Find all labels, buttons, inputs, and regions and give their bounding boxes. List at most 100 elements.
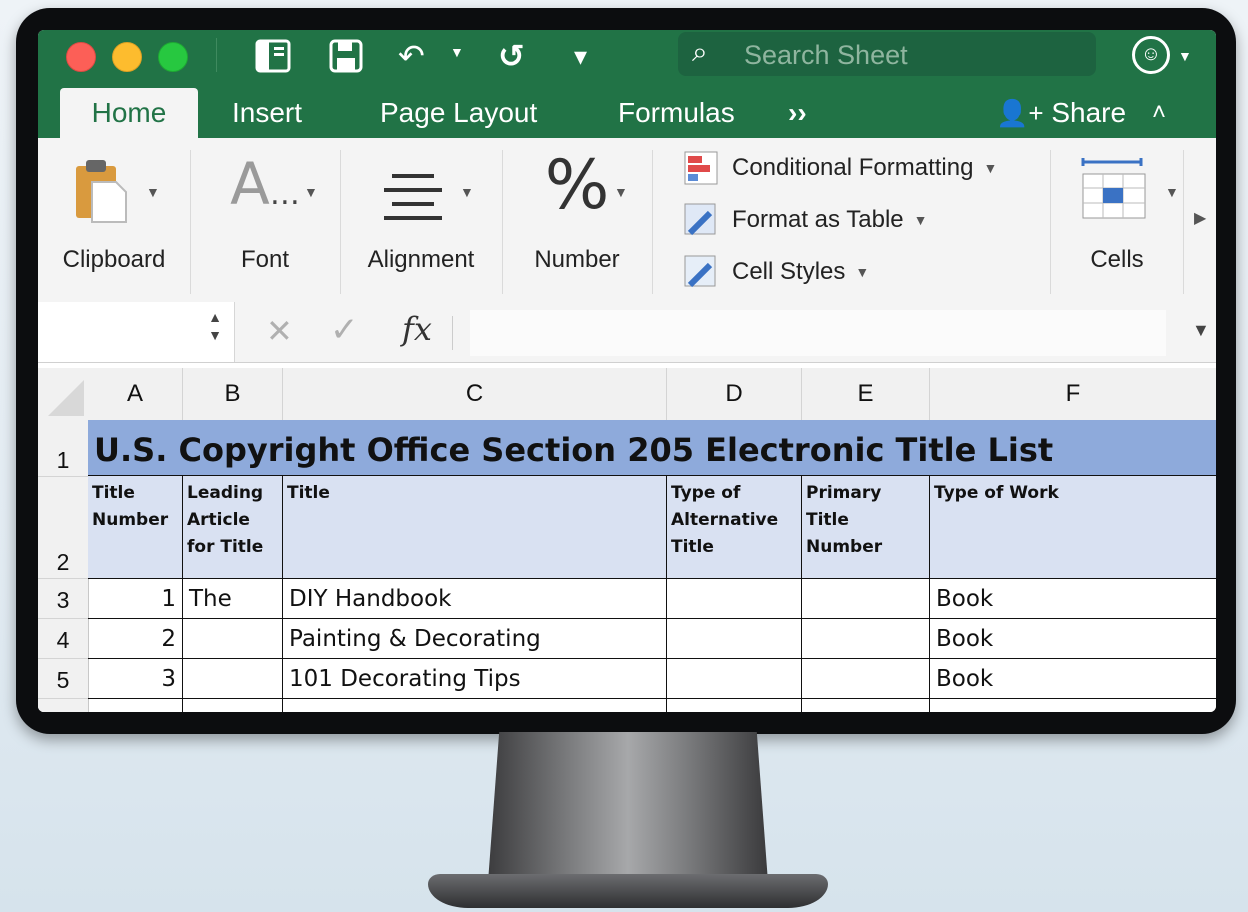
column-header-a[interactable]: A <box>88 368 183 421</box>
name-box[interactable]: ▲ ▼ <box>38 302 235 362</box>
clipboard-label: Clipboard <box>62 246 166 273</box>
expand-formula-bar-icon[interactable]: ▼ <box>1192 320 1210 341</box>
ribbon-scroll-right-icon[interactable]: ▶ <box>1194 208 1206 228</box>
paste-dropdown-caret[interactable]: ▼ <box>146 184 160 200</box>
redo-icon[interactable]: ↺ <box>498 36 525 76</box>
collapse-ribbon-chevron-icon[interactable]: ˄ <box>1152 88 1166 138</box>
conditional-formatting-caret: ▼ <box>983 160 998 176</box>
cell-styles-button[interactable]: Cell Styles ▼ <box>684 252 869 292</box>
table-cell[interactable]: 1 <box>88 579 183 619</box>
close-window-button[interactable] <box>66 42 96 72</box>
header-cell-leading-article[interactable]: Leading Article for Title <box>183 476 283 579</box>
search-sheet[interactable]: ⌕ Search Sheet <box>678 32 1096 76</box>
name-box-stepper-icon[interactable]: ▲ ▼ <box>208 308 222 344</box>
table-cell[interactable] <box>667 619 802 659</box>
table-cell[interactable] <box>183 619 283 659</box>
format-as-table-button[interactable]: Format as Table ▼ <box>684 200 928 240</box>
undo-dropdown-caret[interactable]: ▼ <box>450 44 464 60</box>
alignment-group[interactable]: ▼ Alignment <box>340 150 503 294</box>
formula-input[interactable] <box>470 310 1166 356</box>
table-cell[interactable] <box>667 659 802 699</box>
tab-formulas[interactable]: Formulas <box>618 88 735 138</box>
table-cell[interactable] <box>183 659 283 699</box>
format-as-table-caret: ▼ <box>913 212 928 228</box>
worksheet-grid[interactable]: A B C D E F 1 2 3 4 5 U.S. Copyright Off… <box>38 368 1216 712</box>
table-cell[interactable] <box>667 699 802 712</box>
column-header-c[interactable]: C <box>283 368 667 421</box>
select-all-corner[interactable] <box>38 368 89 421</box>
alignment-dropdown-caret[interactable]: ▼ <box>460 184 474 200</box>
conditional-formatting-label: Conditional Formatting <box>732 154 974 181</box>
formula-bar: ▲ ▼ ✕ ✓ fx ▼ <box>38 302 1216 363</box>
font-group[interactable]: A… ▼ Font <box>190 150 341 294</box>
table-cell[interactable]: Book <box>930 579 1216 619</box>
table-cell[interactable] <box>802 619 930 659</box>
enter-icon[interactable]: ✓ <box>330 310 359 350</box>
font-label: Font <box>240 246 290 273</box>
share-button[interactable]: 👤+ Share <box>996 88 1126 138</box>
table-cell[interactable]: 2 <box>88 619 183 659</box>
row-header-3[interactable]: 3 <box>38 579 89 619</box>
minimize-window-button[interactable] <box>112 42 142 72</box>
table-cell[interactable] <box>802 579 930 619</box>
table-cell[interactable]: DIY Handbook <box>283 579 667 619</box>
undo-icon[interactable]: ↶ <box>398 36 425 76</box>
header-cell-type-of-work[interactable]: Type of Work <box>930 476 1216 579</box>
cells-dropdown-caret[interactable]: ▼ <box>1165 184 1179 200</box>
column-header-b[interactable]: B <box>183 368 283 421</box>
column-header-f[interactable]: F <box>930 368 1216 421</box>
table-cell[interactable] <box>667 579 802 619</box>
table-cell[interactable]: Book <box>930 619 1216 659</box>
feedback-dropdown-caret[interactable]: ▼ <box>1178 48 1192 64</box>
table-cell[interactable] <box>930 699 1216 712</box>
header-cell-title[interactable]: Title <box>283 476 667 579</box>
table-cell[interactable] <box>802 659 930 699</box>
row-header-2[interactable]: 2 <box>38 477 89 579</box>
add-person-icon: 👤+ <box>996 98 1044 128</box>
sheet-title-cell[interactable]: U.S. Copyright Office Section 205 Electr… <box>88 420 1216 476</box>
row-header-4[interactable]: 4 <box>38 619 89 659</box>
zoom-window-button[interactable] <box>158 42 188 72</box>
cells-group[interactable]: ▼ Cells <box>1050 150 1184 294</box>
table-cell[interactable]: The <box>183 579 283 619</box>
excel-window: ↶ ▼ ↺ ▾ ⌕ Search Sheet ☺ ▼ Home Insert P… <box>38 30 1216 712</box>
cells-icon[interactable] <box>1079 156 1149 226</box>
column-header-e[interactable]: E <box>802 368 930 421</box>
clipboard-group[interactable]: ▼ Clipboard <box>38 150 191 294</box>
column-header-d[interactable]: D <box>667 368 802 421</box>
row-header-5[interactable]: 5 <box>38 659 89 699</box>
row-header-1[interactable]: 1 <box>38 420 89 477</box>
table-cell[interactable] <box>183 699 283 712</box>
save-icon[interactable] <box>328 38 364 74</box>
share-label: Share <box>1051 97 1127 128</box>
conditional-formatting-button[interactable]: Conditional Formatting ▼ <box>684 148 997 188</box>
sidebar-toggle-icon[interactable] <box>254 38 294 74</box>
tab-page-layout[interactable]: Page Layout <box>380 88 537 138</box>
table-cell[interactable]: Painting & Decorating <box>283 619 667 659</box>
percent-icon[interactable]: % <box>502 146 652 225</box>
cancel-icon[interactable]: ✕ <box>266 312 293 350</box>
fx-icon[interactable]: fx <box>402 310 432 348</box>
table-cell[interactable]: 101 Decorating Tips <box>283 659 667 699</box>
header-cell-title-number[interactable]: Title Number <box>88 476 183 579</box>
more-tabs-chevron-icon[interactable]: ›› <box>788 88 807 138</box>
paste-icon[interactable] <box>72 156 132 226</box>
table-cell[interactable] <box>88 699 183 712</box>
header-cell-primary-title-number[interactable]: Primary Title Number <box>802 476 930 579</box>
header-cell-type-of-alternative-title[interactable]: Type of Alternative Title <box>667 476 802 579</box>
search-input[interactable]: Search Sheet <box>744 40 908 71</box>
font-dropdown-caret[interactable]: ▼ <box>304 184 318 200</box>
tab-home[interactable]: Home <box>60 88 198 138</box>
tab-insert[interactable]: Insert <box>232 88 302 138</box>
table-cell[interactable] <box>283 699 667 712</box>
row-header-6[interactable] <box>38 699 89 712</box>
table-cell[interactable] <box>802 699 930 712</box>
feedback-smiley-icon[interactable]: ☺ <box>1132 36 1170 74</box>
align-center-icon[interactable] <box>382 172 444 222</box>
cell-styles-label: Cell Styles <box>732 258 846 285</box>
number-dropdown-caret[interactable]: ▼ <box>614 184 628 200</box>
table-cell[interactable]: 3 <box>88 659 183 699</box>
number-group[interactable]: % ▼ Number <box>502 146 653 294</box>
table-cell[interactable]: Book <box>930 659 1216 699</box>
customize-toolbar-icon[interactable]: ▾ <box>574 36 587 76</box>
